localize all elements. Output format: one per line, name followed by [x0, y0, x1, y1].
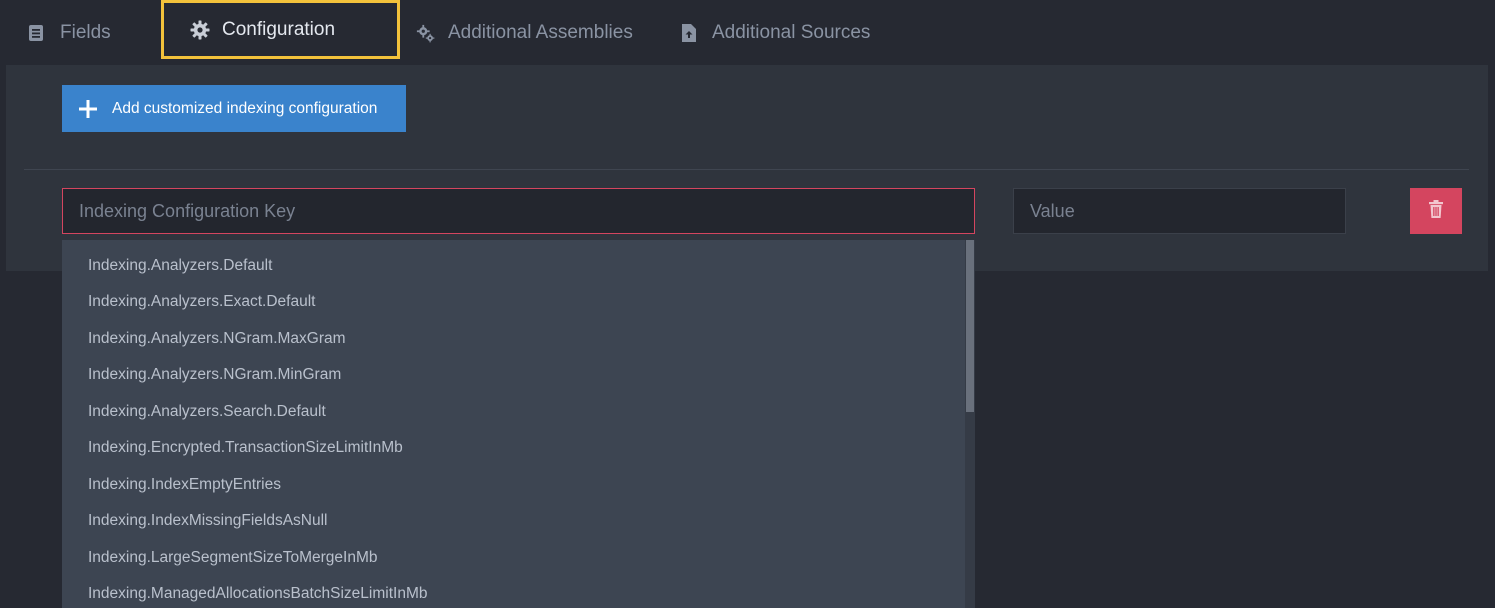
- delete-button[interactable]: [1410, 188, 1462, 234]
- list-icon: [28, 23, 48, 43]
- tab-label: Configuration: [222, 18, 336, 40]
- trash-icon: [1428, 199, 1444, 224]
- dropdown-item[interactable]: Indexing.Analyzers.NGram.MaxGram: [62, 321, 965, 357]
- tab-label: Fields: [60, 21, 111, 43]
- plus-icon: [78, 99, 98, 119]
- tab-configuration[interactable]: Configuration: [161, 0, 400, 59]
- tab-bar: Fields Configuration Additional Assembli…: [0, 0, 1495, 65]
- configuration-key-input[interactable]: [62, 188, 975, 234]
- dropdown-item[interactable]: Indexing.IndexMissingFieldsAsNull: [62, 503, 965, 539]
- index-editor: Fields Configuration Additional Assembli…: [0, 0, 1495, 608]
- dropdown-item[interactable]: Indexing.ManagedAllocationsBatchSizeLimi…: [62, 576, 965, 608]
- dropdown-item[interactable]: Indexing.Analyzers.Default: [62, 248, 965, 284]
- dropdown-item[interactable]: Indexing.Analyzers.Search.Default: [62, 394, 965, 430]
- dropdown-item[interactable]: Indexing.LargeSegmentSizeToMergeInMb: [62, 540, 965, 576]
- scrollbar-thumb[interactable]: [966, 240, 974, 412]
- dropdown-scrollbar[interactable]: [965, 240, 975, 608]
- gears-icon: [416, 23, 436, 43]
- dropdown-item[interactable]: Indexing.IndexEmptyEntries: [62, 467, 965, 503]
- add-button-label: Add customized indexing configuration: [112, 99, 378, 117]
- gear-icon: [190, 20, 210, 40]
- configuration-key-dropdown: Indexing.Analyzers.Default Indexing.Anal…: [62, 240, 975, 608]
- dropdown-item[interactable]: Indexing.Analyzers.NGram.MinGram: [62, 357, 965, 393]
- dropdown-item[interactable]: Indexing.Analyzers.Exact.Default: [62, 284, 965, 320]
- dropdown-item[interactable]: Indexing.Encrypted.TransactionSizeLimitI…: [62, 430, 965, 466]
- tab-fields[interactable]: Fields: [28, 0, 111, 65]
- configuration-value-input[interactable]: [1013, 188, 1346, 234]
- tab-label: Additional Assemblies: [448, 21, 633, 43]
- tab-label: Additional Sources: [712, 21, 871, 43]
- divider: [24, 169, 1469, 170]
- tab-additional-assemblies[interactable]: Additional Assemblies: [416, 0, 633, 65]
- tab-additional-sources[interactable]: Additional Sources: [680, 0, 870, 65]
- add-configuration-button[interactable]: Add customized indexing configuration: [62, 85, 406, 132]
- file-upload-icon: [680, 23, 700, 43]
